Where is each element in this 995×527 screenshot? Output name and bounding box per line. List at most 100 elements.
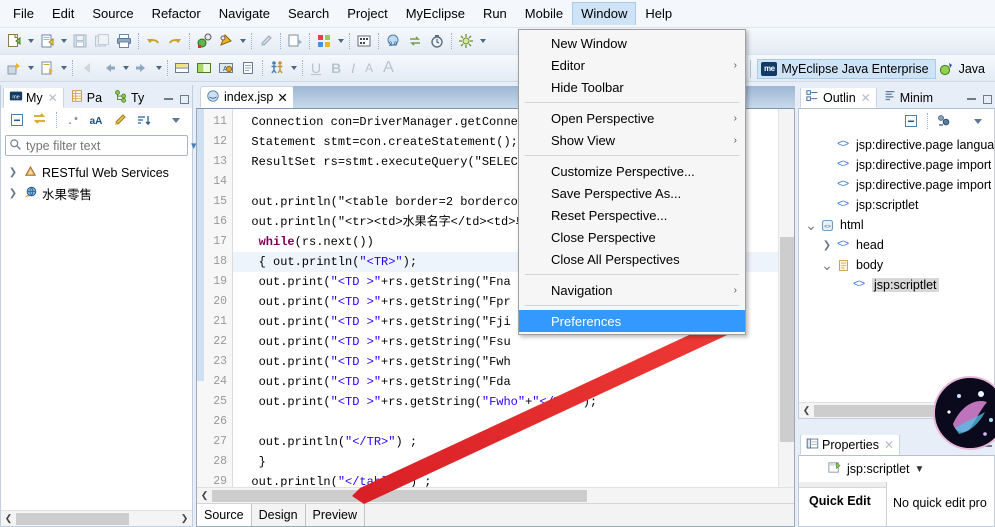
menu-item-show-view[interactable]: Show View › [519,129,745,151]
code-line[interactable]: out.print("<TD >"+rs.getString("Fda [233,372,794,392]
collapse-all-icon[interactable] [6,109,27,131]
scroll-thumb[interactable] [780,237,794,442]
accessibility-dropdown-arrow[interactable] [288,57,299,79]
chevron-right-icon[interactable]: ❯ [7,167,19,179]
menu-item-save-perspective-as[interactable]: Save Perspective As... [519,182,745,204]
forward-dropdown-arrow[interactable] [153,57,164,79]
menu-item-close-all-perspectives[interactable]: Close All Perspectives [519,248,745,270]
tab-properties[interactable]: Properties ✕ [800,433,901,455]
save-all-icon[interactable] [91,30,113,52]
perspective-myeclipse-java-enterprise[interactable]: me MyEclipse Java Enterprise [757,58,936,79]
forward-icon[interactable] [131,57,153,79]
open-resource-icon[interactable] [36,57,58,79]
outline-item[interactable]: <> jsp:directive.page import [799,175,994,195]
web-browser-icon[interactable]: 2.0 [382,30,404,52]
tab-minim[interactable]: Minim [877,86,939,108]
editor-mode-source[interactable]: Source [197,504,252,526]
increase-font-button[interactable]: A [378,59,399,77]
view-menu-icon[interactable] [967,110,989,132]
link-with-editor-icon[interactable] [29,109,50,131]
new-icon[interactable] [3,30,25,52]
explorer-horizontal-scrollbar[interactable]: ❮ ❯ [1,510,192,526]
editor-mode-design[interactable]: Design [252,504,306,526]
servers-icon[interactable] [353,30,375,52]
close-icon[interactable]: ✕ [277,90,287,105]
matrix-dropdown-arrow[interactable] [477,30,488,52]
view-menu-icon[interactable] [166,109,187,131]
accessibility-icon[interactable] [266,57,288,79]
menu-item-editor[interactable]: Editor › [519,54,745,76]
external-tools-icon[interactable] [255,30,277,52]
tree-item[interactable]: ❯ 水果零售 [1,183,192,204]
search-input[interactable] [26,138,187,153]
chevron-down-icon[interactable]: ▼ [915,464,925,475]
filters-icon[interactable] [109,109,130,131]
code-line[interactable] [233,412,794,432]
new-wizard-icon[interactable] [36,30,58,52]
menu-item-reset-perspective[interactable]: Reset Perspective... [519,204,745,226]
undo-icon[interactable] [142,30,164,52]
code-line[interactable]: out.print("<TD >"+rs.getString("Fwho"+"<… [233,392,794,412]
menu-project[interactable]: Project [338,2,396,26]
scroll-thumb[interactable] [16,512,129,525]
decrease-font-button[interactable]: A [360,61,378,75]
tab-my[interactable]: me My ✕ [3,86,64,108]
new-wizard-dropdown-arrow[interactable] [58,30,69,52]
code-line[interactable]: out.println("</TR>") ; [233,432,794,452]
minimize-button[interactable] [963,90,979,108]
run-dropdown-arrow[interactable] [237,30,248,52]
properties-element-row[interactable]: jsp:scriptlet ▼ [799,456,994,482]
run-icon[interactable] [215,30,237,52]
close-icon[interactable]: ✕ [861,91,871,105]
menu-item-hide-toolbar[interactable]: Hide Toolbar [519,76,745,98]
underline-button[interactable]: U [306,60,326,76]
menu-refactor[interactable]: Refactor [143,2,210,26]
menu-file[interactable]: File [4,2,43,26]
outline-item[interactable]: <> jsp:directive.page import [799,155,994,175]
outline-item[interactable]: ⌄ body [799,255,994,275]
maximize-button[interactable] [176,90,192,108]
horizontal-split-icon[interactable] [171,57,193,79]
menu-item-new-window[interactable]: New Window [519,32,745,54]
menu-navigate[interactable]: Navigate [210,2,279,26]
back-icon[interactable] [98,57,120,79]
new-server-dropdown-arrow[interactable] [25,57,36,79]
menu-search[interactable]: Search [279,2,338,26]
scroll-left-button[interactable]: ❮ [1,513,16,524]
case-sensitive-icon[interactable]: aA [85,109,106,131]
sync-icon[interactable] [404,30,426,52]
minimize-button[interactable] [160,90,176,108]
code-line[interactable]: out.println("</table>") ; [233,472,794,487]
filter-box[interactable]: ▾ [5,135,197,156]
editor-mode-preview[interactable]: Preview [306,504,365,526]
chevron-right-icon[interactable]: ❯ [821,239,833,251]
history-icon[interactable] [426,30,448,52]
editor-vertical-scrollbar[interactable] [778,109,794,487]
italic-button[interactable]: I [346,60,360,76]
sort-icon[interactable] [132,109,153,131]
outline-item[interactable]: <> jsp:scriptlet [799,195,994,215]
scroll-right-button[interactable]: ❯ [177,513,192,524]
menu-item-close-perspective[interactable]: Close Perspective [519,226,745,248]
quick-edit-label[interactable]: Quick Edit [799,488,886,508]
maximize-button[interactable] [979,90,995,108]
outline-item[interactable]: <> jsp:scriptlet [799,275,994,295]
scroll-track[interactable] [16,511,177,526]
save-icon[interactable] [69,30,91,52]
outline-item[interactable]: ⌄ <> html [799,215,994,235]
menu-source[interactable]: Source [83,2,142,26]
back-dropdown-arrow[interactable] [120,57,131,79]
menu-window[interactable]: Window [572,2,637,25]
code-line[interactable]: out.print("<TD >"+rs.getString("Fsu [233,332,794,352]
menu-run[interactable]: Run [474,2,516,26]
menu-myeclipse[interactable]: MyEclipse [397,2,474,26]
tree-item[interactable]: ❯ RESTful Web Services [1,162,192,183]
deploy-icon[interactable] [313,30,335,52]
scroll-left-button[interactable]: ❮ [799,405,814,416]
menu-item-customize-perspective[interactable]: Customize Perspective... [519,160,745,182]
tab-ty[interactable]: Ty [108,86,150,108]
menu-edit[interactable]: Edit [43,2,83,26]
collapse-all-icon[interactable] [900,110,922,132]
chevron-down-icon[interactable]: ⌄ [821,258,833,272]
open-resource-dropdown-arrow[interactable] [58,57,69,79]
